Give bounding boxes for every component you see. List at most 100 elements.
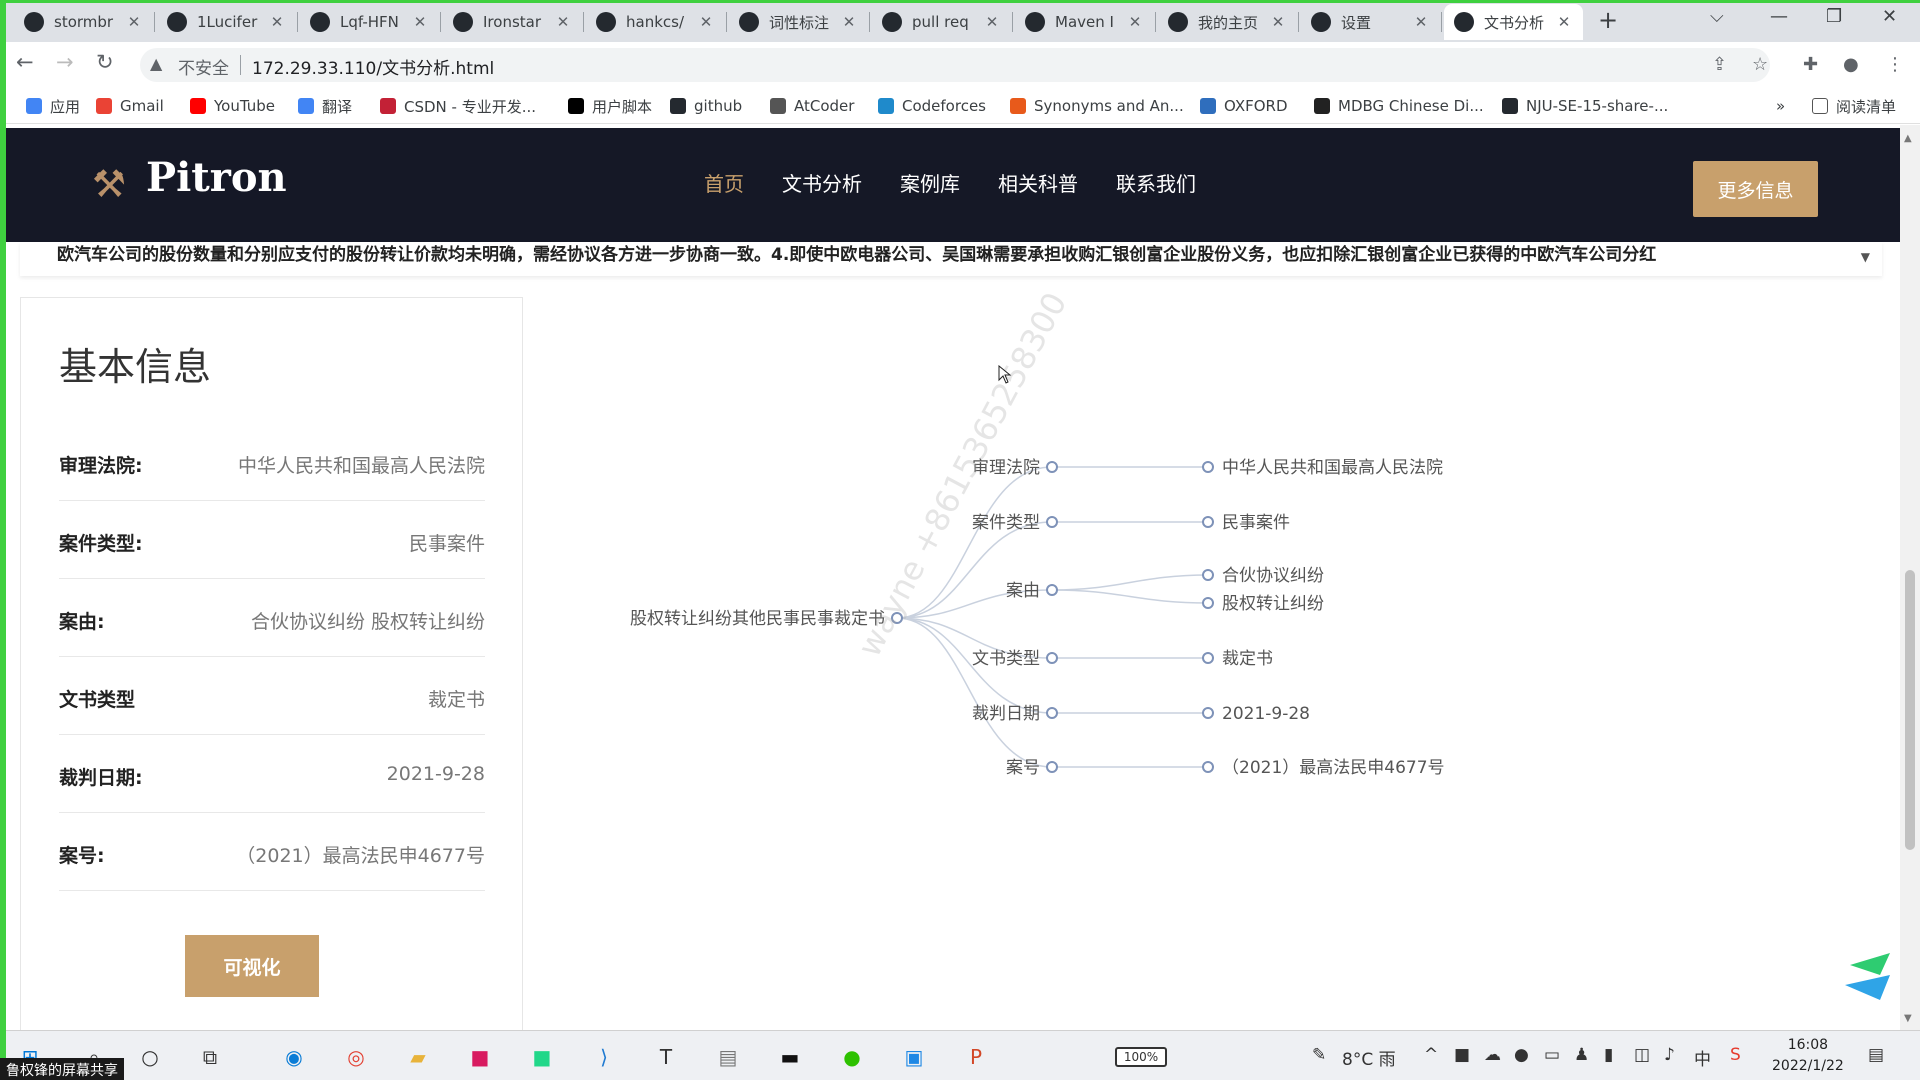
typora-icon[interactable]: T (652, 1043, 680, 1071)
microphone-icon[interactable]: ● (1514, 1045, 1529, 1065)
nav-item-2[interactable]: 案例库 (900, 168, 960, 197)
edge-browser-icon[interactable]: ◉ (280, 1043, 308, 1071)
graph-key-node[interactable] (1046, 461, 1058, 473)
tray-chevron-up-icon[interactable]: ^ (1424, 1045, 1438, 1065)
intellij-icon[interactable]: ■ (466, 1043, 494, 1071)
chevron-down-icon[interactable]: ▼ (1861, 250, 1870, 264)
graph-key-node[interactable] (1046, 652, 1058, 664)
scrollbar-thumb[interactable] (1905, 570, 1915, 850)
display-icon[interactable]: ▭ (1544, 1045, 1560, 1065)
wifi-icon[interactable]: ◫ (1634, 1045, 1650, 1065)
bookmarks-overflow-icon[interactable]: » (1776, 94, 1785, 118)
minimize-button[interactable]: — (1770, 6, 1788, 27)
tab-1[interactable]: 1Lucifer ✕ (157, 4, 296, 40)
graph-value-node[interactable] (1202, 516, 1214, 528)
pycharm-icon[interactable]: ■ (528, 1043, 556, 1071)
bookmark-item[interactable]: AtCoder (770, 94, 854, 118)
chrome-browser-icon[interactable]: ◎ (342, 1043, 370, 1071)
bookmark-item[interactable]: NJU-SE-15-share-... (1502, 94, 1668, 118)
nav-item-4[interactable]: 联系我们 (1116, 168, 1196, 197)
task-view-icon[interactable]: ⧉ (196, 1043, 224, 1071)
notepad-icon[interactable]: ▤ (714, 1043, 742, 1071)
menu-kebab-icon[interactable]: ⋮ (1886, 54, 1904, 75)
more-info-button[interactable]: 更多信息 (1693, 161, 1818, 217)
cortana-icon[interactable]: ○ (136, 1043, 164, 1071)
sogou-icon[interactable]: S (1730, 1045, 1741, 1065)
security-label[interactable]: 不安全 (178, 54, 229, 79)
profile-avatar-icon[interactable]: ● (1843, 54, 1859, 75)
wechat-icon[interactable]: ● (838, 1043, 866, 1071)
close-tab-icon[interactable]: ✕ (1412, 13, 1430, 31)
tab-6[interactable]: pull req ✕ (872, 4, 1011, 40)
close-tab-icon[interactable]: ✕ (268, 13, 286, 31)
bookmark-item[interactable]: 应用 (26, 94, 80, 118)
extensions-icon[interactable]: ✚ (1803, 54, 1818, 75)
bookmark-item[interactable]: MDBG Chinese Di... (1314, 94, 1484, 118)
graph-value-node[interactable] (1202, 461, 1214, 473)
share-icon[interactable]: ⇪ (1712, 54, 1727, 75)
pen-icon[interactable]: ✎ (1312, 1045, 1326, 1065)
tab-4[interactable]: hankcs/ ✕ (586, 4, 725, 40)
battery-tray-icon[interactable]: ▮ (1604, 1045, 1613, 1065)
corner-widget-icon[interactable] (1840, 945, 1900, 1015)
bookmark-item[interactable]: 用户脚本 (568, 94, 652, 118)
vscode-icon[interactable]: ⟩ (590, 1043, 618, 1071)
nav-item-1[interactable]: 文书分析 (782, 168, 862, 197)
visualize-button[interactable]: 可视化 (185, 935, 319, 997)
notification-center-icon[interactable]: ▤ (1868, 1045, 1884, 1065)
nav-item-3[interactable]: 相关科普 (998, 168, 1078, 197)
bookmark-item[interactable]: YouTube (190, 94, 275, 118)
system-clock[interactable]: 16:08 2022/1/22 (1772, 1035, 1844, 1077)
graph-value-node[interactable] (1202, 569, 1214, 581)
graph-key-node[interactable] (1046, 516, 1058, 528)
bookmark-item[interactable]: Gmail (96, 94, 164, 118)
close-tab-icon[interactable]: ✕ (840, 13, 858, 31)
close-tab-icon[interactable]: ✕ (1126, 13, 1144, 31)
graph-key-node[interactable] (1046, 707, 1058, 719)
close-window-button[interactable]: ✕ (1882, 6, 1897, 27)
tab-5[interactable]: 词性标注 ✕ (729, 4, 868, 40)
graph-key-node[interactable] (1046, 761, 1058, 773)
tab-3[interactable]: Ironstar ✕ (443, 4, 582, 40)
tab-0[interactable]: stormbr ✕ (14, 4, 153, 40)
close-tab-icon[interactable]: ✕ (554, 13, 572, 31)
input-method-icon[interactable]: 中 (1694, 1045, 1711, 1070)
close-tab-icon[interactable]: ✕ (125, 13, 143, 31)
tab-2[interactable]: Lqf-HFN ✕ (300, 4, 439, 40)
volume-icon[interactable]: ♪ (1664, 1045, 1675, 1065)
scroll-up-arrow-icon[interactable]: ▲ (1904, 133, 1912, 144)
close-tab-icon[interactable]: ✕ (1555, 13, 1573, 31)
graph-value-node[interactable] (1202, 707, 1214, 719)
bookmark-star-icon[interactable]: ☆ (1752, 54, 1768, 75)
tab-8[interactable]: 我的主页 ✕ (1158, 4, 1297, 40)
battery-indicator[interactable]: 100% (1115, 1047, 1167, 1067)
bookmark-item[interactable]: OXFORD (1200, 94, 1288, 118)
tab-10[interactable]: 文书分析 ✕ (1444, 4, 1583, 40)
forward-arrow-icon[interactable]: → (56, 50, 74, 74)
bookmark-item[interactable]: Codeforces (878, 94, 986, 118)
document-fulltext-panel[interactable]: 欧汽车公司的股份数量和分别应支付的股份转让价款均未明确，需经协议各方进一步协商一… (20, 242, 1882, 276)
reading-list-button[interactable]: 阅读清单 (1812, 94, 1896, 118)
page-scrollbar[interactable]: ▲ ▼ (1900, 125, 1920, 1030)
scroll-down-arrow-icon[interactable]: ▼ (1904, 1013, 1912, 1024)
site-logo[interactable]: Pitron (146, 154, 287, 201)
close-tab-icon[interactable]: ✕ (697, 13, 715, 31)
bookmark-item[interactable]: CSDN - 专业开发... (380, 94, 536, 118)
graph-key-node[interactable] (1046, 584, 1058, 596)
terminal-icon[interactable]: ▬ (776, 1043, 804, 1071)
file-explorer-icon[interactable]: ▰ (404, 1043, 432, 1071)
weather-text[interactable]: 8°C 雨 (1342, 1045, 1396, 1070)
qq-icon[interactable]: ♟ (1574, 1045, 1589, 1065)
powerpoint-icon[interactable]: P (962, 1043, 990, 1071)
tab-search-icon[interactable]: ⌵ (1710, 6, 1724, 27)
tab-7[interactable]: Maven I ✕ (1015, 4, 1154, 40)
bookmark-item[interactable]: github (670, 94, 742, 118)
graph-value-node[interactable] (1202, 597, 1214, 609)
tab-9[interactable]: 设置 ✕ (1301, 4, 1440, 40)
close-tab-icon[interactable]: ✕ (411, 13, 429, 31)
network-icon[interactable]: ☁ (1484, 1045, 1501, 1065)
case-knowledge-graph[interactable]: 审理法院 中华人民共和国最高人民法院案件类型 民事案件案由合伙协议纠纷股权转让纠纷文… (560, 285, 1560, 845)
url-text[interactable]: 172.29.33.110/文书分析.html (252, 54, 494, 79)
meeting-app-icon[interactable]: ▣ (900, 1043, 928, 1071)
tray-app-icon[interactable]: ■ (1454, 1045, 1470, 1065)
